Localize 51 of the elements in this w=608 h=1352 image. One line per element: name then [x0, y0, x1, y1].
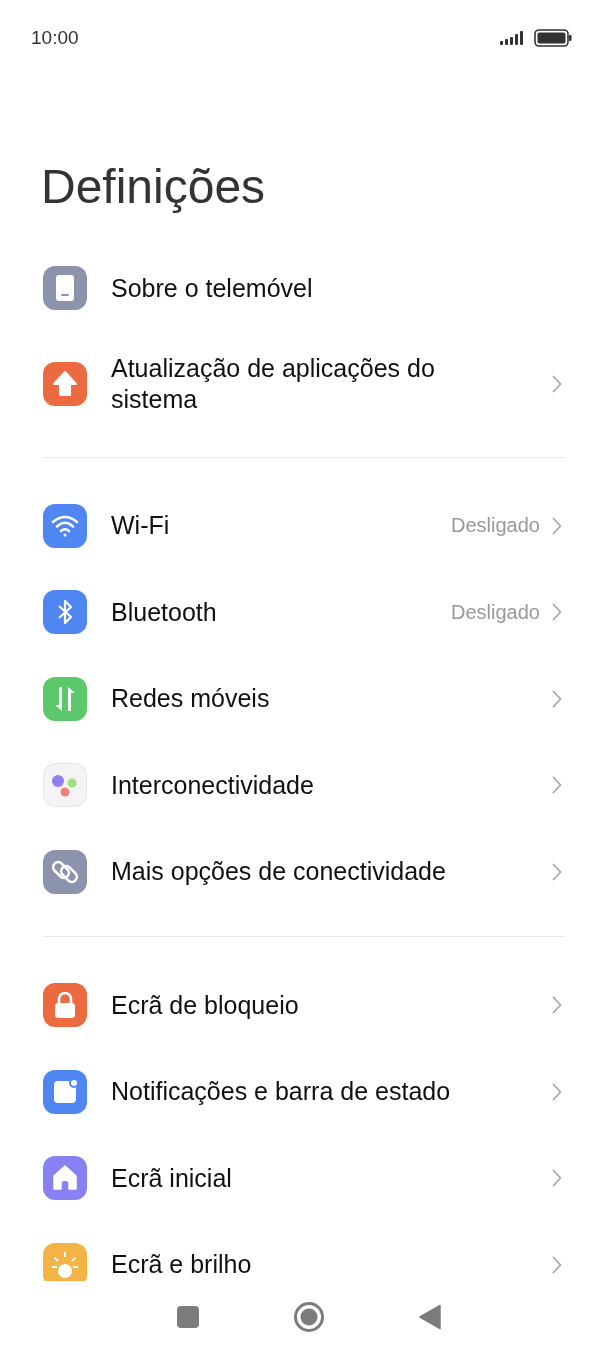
- item-label: Mais opções de conectividade: [111, 856, 447, 888]
- settings-item[interactable]: Atualização de aplicações do sistema: [43, 331, 565, 436]
- chevron-icon: [552, 1255, 562, 1274]
- item-label: Ecrã inicial: [111, 1162, 233, 1194]
- back-button[interactable]: [418, 1303, 441, 1330]
- settings-item[interactable]: Wi-Fi Desligado: [43, 482, 565, 569]
- chevron-icon: [552, 603, 562, 622]
- item-label: Atualização de aplicações do sistema: [111, 352, 436, 415]
- settings-item[interactable]: Redes móveis: [43, 655, 565, 742]
- settings-item[interactable]: Sobre o telemóvel: [43, 245, 565, 332]
- chevron-icon: [552, 862, 562, 881]
- notification-icon: [43, 1069, 87, 1114]
- item-label: Interconectividade: [111, 769, 315, 801]
- item-status: Desligado: [451, 600, 540, 624]
- item-label: Ecrã e brilho: [111, 1249, 253, 1281]
- recents-button[interactable]: [177, 1305, 200, 1328]
- wifi-icon: [43, 503, 87, 548]
- home-icon: [43, 1156, 87, 1201]
- battery-icon: [534, 28, 572, 47]
- settings-item[interactable]: Bluetooth Desligado: [43, 569, 565, 656]
- item-label: Redes móveis: [111, 683, 271, 715]
- settings-item[interactable]: Notificações e barra de estado: [43, 1048, 565, 1135]
- link-icon: [43, 849, 87, 894]
- signal-icon: [500, 30, 526, 45]
- home-button[interactable]: [294, 1301, 324, 1332]
- settings-item[interactable]: Mais opções de conectividade: [43, 828, 565, 915]
- item-status: Desligado: [451, 514, 540, 538]
- chevron-icon: [552, 1082, 562, 1101]
- chevron-icon: [552, 776, 562, 795]
- page-title: Definições: [40, 159, 267, 215]
- item-label: Wi-Fi: [111, 510, 171, 542]
- sun-icon: [43, 1242, 87, 1281]
- dots-icon: [43, 763, 87, 808]
- status-time: 10:00: [31, 26, 79, 49]
- bluetooth-icon: [43, 590, 87, 635]
- settings-item[interactable]: Ecrã inicial: [43, 1135, 565, 1222]
- phone-icon: [43, 266, 87, 311]
- chevron-icon: [552, 516, 562, 535]
- chevron-icon: [552, 1169, 562, 1188]
- chevron-icon: [552, 374, 562, 393]
- settings-item[interactable]: Ecrã de bloqueio: [43, 962, 565, 1049]
- lock-icon: [43, 983, 87, 1028]
- arrows-icon: [43, 676, 87, 721]
- item-label: Notificações e barra de estado: [111, 1076, 452, 1108]
- item-label: Ecrã de bloqueio: [111, 989, 300, 1021]
- chevron-icon: [552, 996, 562, 1015]
- item-label: Bluetooth: [111, 596, 218, 628]
- item-label: Sobre o telemóvel: [111, 272, 314, 304]
- settings-item[interactable]: Ecrã e brilho: [43, 1221, 565, 1281]
- settings-item[interactable]: Interconectividade: [43, 742, 565, 829]
- chevron-icon: [552, 689, 562, 708]
